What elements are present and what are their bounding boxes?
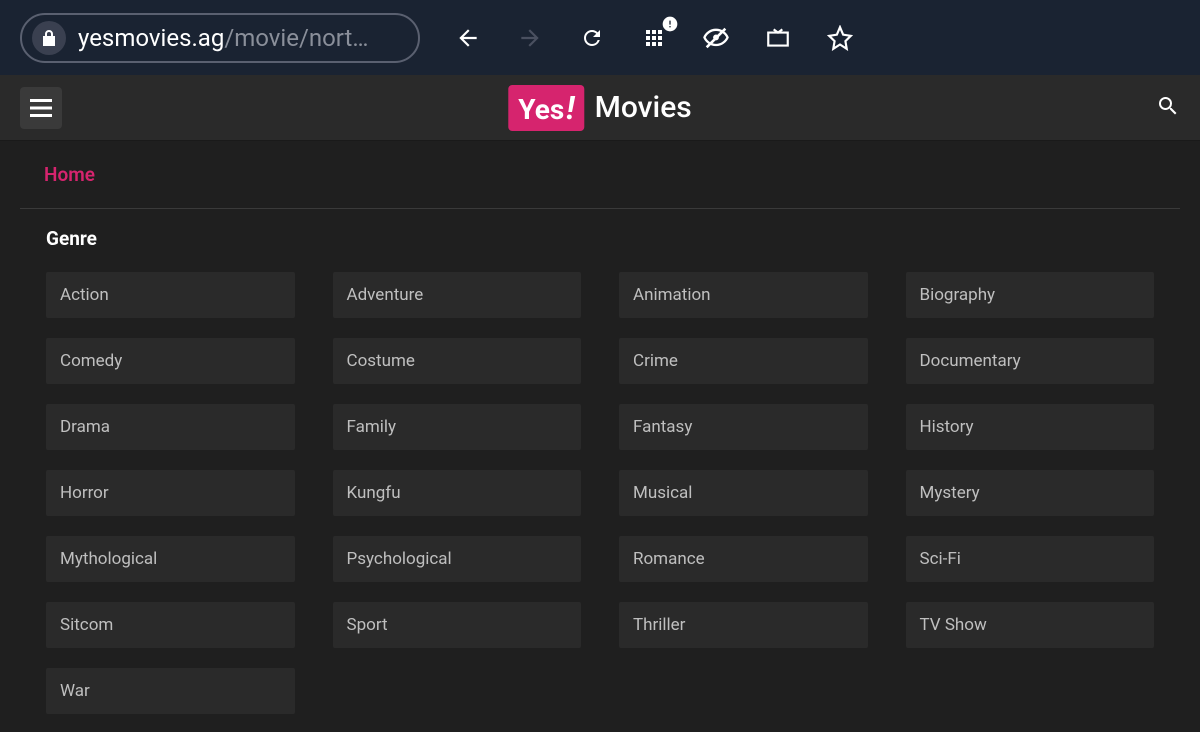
hamburger-icon	[30, 99, 52, 117]
privacy-eye-icon[interactable]	[702, 24, 730, 52]
genre-title: Genre	[46, 227, 1154, 250]
genre-item[interactable]: History	[906, 404, 1155, 450]
genre-item[interactable]: Psychological	[333, 536, 582, 582]
url-text: yesmovies.ag/movie/nort…	[78, 24, 368, 52]
genre-item[interactable]: TV Show	[906, 602, 1155, 648]
genre-item[interactable]: Drama	[46, 404, 295, 450]
toolbar-icons	[454, 24, 854, 52]
url-bar[interactable]: yesmovies.ag/movie/nort…	[20, 13, 420, 63]
genre-item[interactable]: Action	[46, 272, 295, 318]
genre-section: Genre Action Adventure Animation Biography C…	[20, 209, 1180, 732]
genre-item[interactable]: Adventure	[333, 272, 582, 318]
genre-item[interactable]: Comedy	[46, 338, 295, 384]
forward-icon	[516, 24, 544, 52]
reload-icon[interactable]	[578, 24, 606, 52]
lock-icon	[32, 21, 66, 55]
genre-item[interactable]: Sitcom	[46, 602, 295, 648]
star-icon[interactable]	[826, 24, 854, 52]
genre-item[interactable]: Sport	[333, 602, 582, 648]
site-logo[interactable]: Yes! Movies	[508, 85, 691, 131]
menu-button[interactable]	[20, 87, 62, 129]
tv-icon[interactable]	[764, 24, 792, 52]
logo-badge-text: Yes	[518, 93, 564, 126]
breadcrumb: Home	[20, 141, 1180, 208]
genre-item[interactable]: Biography	[906, 272, 1155, 318]
genre-item[interactable]: Romance	[619, 536, 868, 582]
site-header: Yes! Movies	[0, 75, 1200, 141]
genre-item[interactable]: Costume	[333, 338, 582, 384]
apps-icon[interactable]	[640, 24, 668, 52]
genre-item[interactable]: Mystery	[906, 470, 1155, 516]
logo-text: Movies	[595, 90, 692, 125]
genre-item[interactable]: Fantasy	[619, 404, 868, 450]
back-icon[interactable]	[454, 24, 482, 52]
genre-item[interactable]: Mythological	[46, 536, 295, 582]
genre-item[interactable]: Family	[333, 404, 582, 450]
url-path: /movie/nort…	[224, 24, 368, 52]
genre-item[interactable]: Musical	[619, 470, 868, 516]
genre-item[interactable]: Thriller	[619, 602, 868, 648]
breadcrumb-home[interactable]: Home	[44, 163, 95, 186]
genre-grid: Action Adventure Animation Biography Comedy C…	[46, 272, 1154, 714]
logo-exclaim: !	[566, 89, 574, 127]
url-domain: yesmovies.ag	[78, 24, 224, 52]
search-button[interactable]	[1156, 94, 1180, 122]
genre-item[interactable]: Documentary	[906, 338, 1155, 384]
genre-item[interactable]: Horror	[46, 470, 295, 516]
main-content: Home Genre Action Adventure Animation Biogr…	[0, 141, 1200, 732]
genre-item[interactable]: Animation	[619, 272, 868, 318]
logo-badge: Yes!	[508, 85, 584, 131]
browser-toolbar: yesmovies.ag/movie/nort…	[0, 0, 1200, 75]
genre-item[interactable]: Sci-Fi	[906, 536, 1155, 582]
alert-badge-icon	[662, 16, 678, 32]
genre-item[interactable]: Crime	[619, 338, 868, 384]
genre-item[interactable]: Kungfu	[333, 470, 582, 516]
search-icon	[1156, 94, 1180, 118]
